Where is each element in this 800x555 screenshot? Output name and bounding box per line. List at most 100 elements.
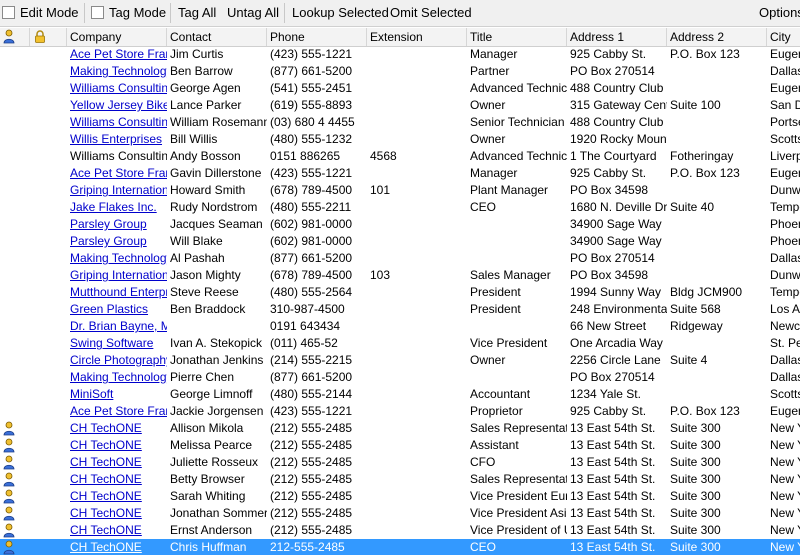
- cell-title[interactable]: Vice President Asia: [467, 505, 567, 522]
- cell-title[interactable]: Owner: [467, 97, 567, 114]
- cell-address-2[interactable]: Suite 300: [667, 471, 767, 488]
- cell-phone[interactable]: (423) 555-1221: [267, 165, 367, 182]
- cell-phone[interactable]: 310-987-4500: [267, 301, 367, 318]
- company-link[interactable]: Mutthound Enterprises: [70, 285, 167, 299]
- cell-company[interactable]: Making Technology: [67, 250, 167, 267]
- omit-selected-button[interactable]: Omit Selected: [390, 4, 472, 22]
- cell-address-2[interactable]: [667, 250, 767, 267]
- company-link[interactable]: Yellow Jersey Bikes: [70, 98, 167, 112]
- cell-contact[interactable]: Jonathan Jenkins: [167, 352, 267, 369]
- cell-address-1[interactable]: PO Box 270514: [567, 369, 667, 386]
- cell-title[interactable]: Vice President: [467, 335, 567, 352]
- cell-contact[interactable]: Juliette Rosseux: [167, 454, 267, 471]
- company-link[interactable]: Making Technology: [70, 370, 167, 384]
- cell-address-2[interactable]: Fotheringay: [667, 148, 767, 165]
- cell-address-1[interactable]: 13 East 54th St.: [567, 471, 667, 488]
- cell-phone[interactable]: (480) 555-1232: [267, 131, 367, 148]
- cell-phone[interactable]: (212) 555-2485: [267, 471, 367, 488]
- cell-address-1[interactable]: 13 East 54th St.: [567, 539, 667, 555]
- cell-company[interactable]: Ace Pet Store Franchise: [67, 165, 167, 182]
- cell-contact[interactable]: Melissa Pearce: [167, 437, 267, 454]
- cell-city[interactable]: Dallas: [767, 369, 800, 386]
- tag-mode-toggle[interactable]: Tag Mode: [91, 4, 166, 22]
- cell-title[interactable]: Partner: [467, 63, 567, 80]
- cell-address-2[interactable]: Suite 300: [667, 505, 767, 522]
- cell-company[interactable]: Ace Pet Store Franchise: [67, 46, 167, 63]
- cell-address-1[interactable]: One Arcadia Way: [567, 335, 667, 352]
- cell-address-2[interactable]: [667, 131, 767, 148]
- cell-phone[interactable]: (877) 661-5200: [267, 250, 367, 267]
- cell-company[interactable]: CH TechONE: [67, 420, 167, 437]
- cell-company[interactable]: CH TechONE: [67, 471, 167, 488]
- cell-contact[interactable]: Jackie Jorgensen: [167, 403, 267, 420]
- cell-contact[interactable]: Allison Mikola: [167, 420, 267, 437]
- cell-address-1[interactable]: 13 East 54th St.: [567, 505, 667, 522]
- cell-extension[interactable]: [367, 233, 467, 250]
- table-row[interactable]: Ace Pet Store FranchiseGavin Dillerstone…: [0, 165, 800, 182]
- cell-address-1[interactable]: 1680 N. Deville Dr.: [567, 199, 667, 216]
- table-row[interactable]: Griping InternationalHoward Smith(678) 7…: [0, 182, 800, 199]
- cell-contact[interactable]: Al Pashah: [167, 250, 267, 267]
- cell-title[interactable]: Owner: [467, 131, 567, 148]
- cell-city[interactable]: Dallas: [767, 352, 800, 369]
- cell-title[interactable]: President: [467, 284, 567, 301]
- cell-title[interactable]: Sales Representative: [467, 420, 567, 437]
- cell-extension[interactable]: [367, 199, 467, 216]
- cell-address-2[interactable]: Suite 300: [667, 454, 767, 471]
- cell-contact[interactable]: Ben Braddock: [167, 301, 267, 318]
- table-row[interactable]: MiniSoft George Limnoff (480) 555-2144 Acco…: [0, 386, 800, 403]
- cell-company[interactable]: Green Plastics: [67, 301, 167, 318]
- cell-title[interactable]: Owner: [467, 352, 567, 369]
- cell-address-1[interactable]: 2256 Circle Lane: [567, 352, 667, 369]
- cell-title[interactable]: Vice President of U.S.: [467, 522, 567, 539]
- cell-company[interactable]: Griping International: [67, 182, 167, 199]
- cell-city[interactable]: Eugene: [767, 165, 800, 182]
- cell-title[interactable]: Proprietor: [467, 403, 567, 420]
- table-row[interactable]: CH TechONE Melissa Pearce (212) 555-2485 As…: [0, 437, 800, 454]
- cell-extension[interactable]: [367, 63, 467, 80]
- cell-address-1[interactable]: 66 New Street: [567, 318, 667, 335]
- lookup-selected-button[interactable]: Lookup Selected: [292, 4, 389, 22]
- cell-extension[interactable]: [367, 369, 467, 386]
- cell-city[interactable]: Los Angeles: [767, 301, 800, 318]
- cell-extension[interactable]: [367, 165, 467, 182]
- column-header-address-1[interactable]: Address 1: [567, 28, 667, 46]
- cell-company[interactable]: CH TechONE: [67, 488, 167, 505]
- cell-address-2[interactable]: [667, 369, 767, 386]
- cell-address-2[interactable]: Suite 300: [667, 488, 767, 505]
- cell-extension[interactable]: [367, 131, 467, 148]
- cell-company[interactable]: Williams Consulting: [67, 80, 167, 97]
- cell-address-1[interactable]: 1994 Sunny Way: [567, 284, 667, 301]
- cell-address-1[interactable]: 925 Cabby St.: [567, 403, 667, 420]
- cell-address-2[interactable]: [667, 216, 767, 233]
- table-row[interactable]: Making Technology Al Pashah (877) 661-5200…: [0, 250, 800, 267]
- cell-title[interactable]: Assistant: [467, 437, 567, 454]
- cell-extension[interactable]: [367, 454, 467, 471]
- company-link[interactable]: Circle Photography: [70, 353, 167, 367]
- cell-city[interactable]: Dunwoody: [767, 182, 800, 199]
- cell-contact[interactable]: Steve Reese: [167, 284, 267, 301]
- cell-title[interactable]: Plant Manager: [467, 182, 567, 199]
- cell-contact[interactable]: Ernst Anderson: [167, 522, 267, 539]
- company-link[interactable]: Jake Flakes Inc.: [70, 200, 157, 214]
- table-row[interactable]: Parsley Group Jacques Seaman (602) 981-000…: [0, 216, 800, 233]
- edit-mode-checkbox[interactable]: [2, 6, 15, 19]
- cell-extension[interactable]: 103: [367, 267, 467, 284]
- cell-title[interactable]: Advanced Technician: [467, 148, 567, 165]
- cell-address-1[interactable]: 13 East 54th St.: [567, 522, 667, 539]
- cell-city[interactable]: Liverpool: [767, 148, 800, 165]
- cell-city[interactable]: New York: [767, 454, 800, 471]
- cell-company[interactable]: Making Technology: [67, 63, 167, 80]
- cell-contact[interactable]: Andy Bosson: [167, 148, 267, 165]
- cell-city[interactable]: New York: [767, 505, 800, 522]
- cell-city[interactable]: Eugene: [767, 46, 800, 63]
- company-link[interactable]: Willis Enterprises: [70, 132, 162, 146]
- company-link[interactable]: Ace Pet Store Franchise: [70, 166, 167, 180]
- cell-address-2[interactable]: P.O. Box 123: [667, 403, 767, 420]
- cell-phone[interactable]: (480) 555-2211: [267, 199, 367, 216]
- company-link[interactable]: Making Technology: [70, 251, 167, 265]
- column-header-title[interactable]: Title: [467, 28, 567, 46]
- company-link[interactable]: CH TechONE: [70, 438, 142, 452]
- cell-contact[interactable]: Bill Willis: [167, 131, 267, 148]
- cell-phone[interactable]: 0151 886265: [267, 148, 367, 165]
